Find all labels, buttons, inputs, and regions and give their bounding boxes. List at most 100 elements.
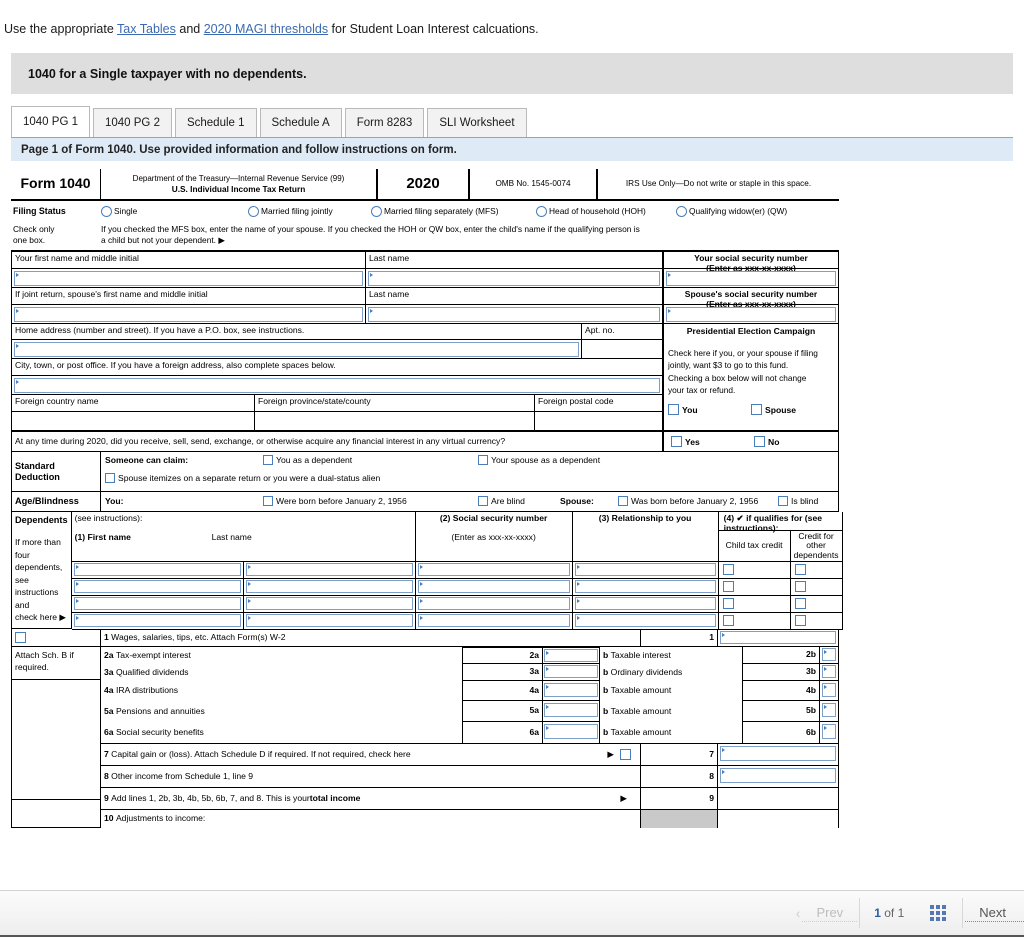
- spouse-ssn-input[interactable]: [666, 307, 836, 322]
- pec-you-option[interactable]: You: [668, 404, 751, 416]
- income-line-4: 4a IRA distributions 4a b Taxable amount…: [101, 681, 839, 701]
- dependent-relationship-input[interactable]: [574, 580, 716, 593]
- filing-status-option-mfs[interactable]: Married filing separately (MFS): [371, 206, 536, 217]
- checkbox-icon[interactable]: [668, 404, 679, 416]
- dependent-last-name-input[interactable]: [245, 563, 413, 576]
- dependent-ssn-input[interactable]: [417, 597, 570, 610]
- foreign-country-cell[interactable]: [12, 412, 255, 431]
- dependent-last-name-input[interactable]: [245, 597, 413, 610]
- filing-status-option-qw[interactable]: Qualifying widow(er) (QW): [676, 206, 787, 217]
- you-as-dependent-option[interactable]: You as a dependent: [263, 455, 478, 466]
- line-8-amount-input[interactable]: [720, 768, 836, 783]
- tab-schedule-a[interactable]: Schedule A: [259, 108, 342, 137]
- checkbox-icon[interactable]: [778, 496, 788, 507]
- dependent-ssn-input[interactable]: [417, 563, 570, 576]
- home-address-input[interactable]: [14, 342, 579, 357]
- checkbox-icon[interactable]: [751, 404, 762, 416]
- line-5a-amount-input[interactable]: [544, 703, 598, 717]
- dependent-last-name-input[interactable]: [245, 614, 413, 627]
- spouse-as-dependent-option[interactable]: Your spouse as a dependent: [478, 455, 600, 466]
- dependent-ssn-input[interactable]: [417, 614, 570, 627]
- checkbox-icon[interactable]: [794, 564, 806, 575]
- your-first-name-input[interactable]: [14, 271, 363, 286]
- next-page-button[interactable]: Next: [965, 905, 1024, 922]
- foreign-postal-cell[interactable]: [535, 412, 664, 431]
- dependent-last-name-input[interactable]: [245, 580, 413, 593]
- tab-1040-pg-1[interactable]: 1040 PG 1: [11, 106, 90, 137]
- checkbox-icon[interactable]: [722, 564, 734, 575]
- virtual-currency-no[interactable]: No: [754, 435, 779, 448]
- line-4b-amount-input[interactable]: [822, 683, 836, 697]
- line-3a-amount-input[interactable]: [544, 665, 598, 678]
- line-5b-amount-input[interactable]: [822, 703, 836, 717]
- pec-spouse-option[interactable]: Spouse: [751, 404, 796, 416]
- grid-view-icon[interactable]: [930, 905, 947, 921]
- dependent-first-name-input[interactable]: [73, 597, 241, 610]
- radio-icon[interactable]: [676, 206, 687, 217]
- checkbox-icon[interactable]: [722, 581, 734, 592]
- line-7-checkbox[interactable]: [620, 749, 631, 760]
- checkbox-icon[interactable]: [618, 496, 628, 507]
- line-4a-amount-input[interactable]: [544, 683, 598, 697]
- dependent-relationship-input[interactable]: [574, 597, 716, 610]
- filing-status-option-mfj[interactable]: Married filing jointly: [248, 206, 371, 217]
- tab-schedule-1[interactable]: Schedule 1: [174, 108, 257, 137]
- other-credit-l2: dependents: [793, 549, 839, 560]
- form-1040-page-1: Form 1040 Department of the Treasury—Int…: [11, 169, 843, 828]
- your-ssn-input[interactable]: [666, 271, 836, 286]
- radio-icon[interactable]: [536, 206, 547, 217]
- line-3b-amount-input[interactable]: [822, 665, 836, 678]
- checkbox-icon[interactable]: [105, 472, 115, 483]
- checkbox-icon[interactable]: [722, 598, 734, 609]
- dependent-first-name-input[interactable]: [73, 614, 241, 627]
- line-6a-amount-input[interactable]: [544, 724, 598, 739]
- tax-tables-link[interactable]: Tax Tables: [117, 22, 176, 36]
- magi-thresholds-link[interactable]: 2020 MAGI thresholds: [204, 22, 328, 36]
- line-2a-amount-input[interactable]: [544, 649, 598, 662]
- checkbox-icon[interactable]: [263, 496, 273, 507]
- spouse-born-before-option[interactable]: Was born before January 2, 1956: [618, 496, 778, 507]
- dependent-relationship-input[interactable]: [574, 614, 716, 627]
- line-1-amount-input[interactable]: [720, 631, 836, 644]
- checkbox-icon[interactable]: [794, 615, 806, 626]
- filing-status-option-hoh[interactable]: Head of household (HOH): [536, 206, 676, 217]
- you-born-before-option[interactable]: Were born before January 2, 1956: [263, 496, 478, 507]
- checkbox-icon[interactable]: [263, 455, 273, 465]
- spouse-first-name-input[interactable]: [14, 307, 363, 322]
- checkbox-icon[interactable]: [754, 435, 765, 447]
- dependent-relationship-input[interactable]: [574, 563, 716, 576]
- checkbox-icon[interactable]: [671, 435, 682, 447]
- radio-icon[interactable]: [248, 206, 259, 217]
- spouse-blind-option[interactable]: Is blind: [778, 496, 818, 507]
- tab-1040-pg-2[interactable]: 1040 PG 2: [92, 108, 172, 137]
- your-last-name-input[interactable]: [368, 271, 660, 286]
- check-only-line-1: Check only: [13, 224, 55, 234]
- tab-form-8283[interactable]: Form 8283: [344, 108, 425, 137]
- filing-status-option-single[interactable]: Single: [101, 206, 248, 217]
- checkbox-icon[interactable]: [722, 615, 734, 626]
- virtual-currency-yes[interactable]: Yes: [671, 435, 754, 448]
- dependent-first-name-input[interactable]: [73, 563, 241, 576]
- dependent-ssn-input[interactable]: [417, 580, 570, 593]
- tab-sli-worksheet[interactable]: SLI Worksheet: [427, 108, 527, 137]
- checkbox-icon[interactable]: [794, 598, 806, 609]
- dependent-first-name-input[interactable]: [73, 580, 241, 593]
- prev-page-button[interactable]: Prev: [802, 905, 858, 922]
- spouse-last-name-input[interactable]: [368, 307, 660, 322]
- line-2b-amount-input[interactable]: [822, 648, 836, 661]
- pec-body-l1: Check here if you, or your spouse if fil…: [668, 347, 818, 358]
- radio-icon[interactable]: [101, 206, 112, 217]
- radio-icon[interactable]: [371, 206, 382, 217]
- you-blind-option[interactable]: Are blind: [478, 496, 560, 507]
- line-8-number: 8: [104, 770, 109, 781]
- foreign-province-cell[interactable]: [255, 412, 535, 431]
- city-input[interactable]: [14, 378, 660, 393]
- line-7-amount-input[interactable]: [720, 746, 836, 761]
- line-9-amount-cell[interactable]: [718, 788, 839, 810]
- checkbox-icon[interactable]: [478, 455, 488, 465]
- checkbox-icon[interactable]: [794, 581, 806, 592]
- line-6b-amount-input[interactable]: [822, 724, 836, 739]
- spouse-itemizes-option[interactable]: Spouse itemizes on a separate return or …: [105, 472, 834, 484]
- checkbox-icon[interactable]: [478, 496, 488, 507]
- line-2a-amount-cell: [543, 647, 600, 664]
